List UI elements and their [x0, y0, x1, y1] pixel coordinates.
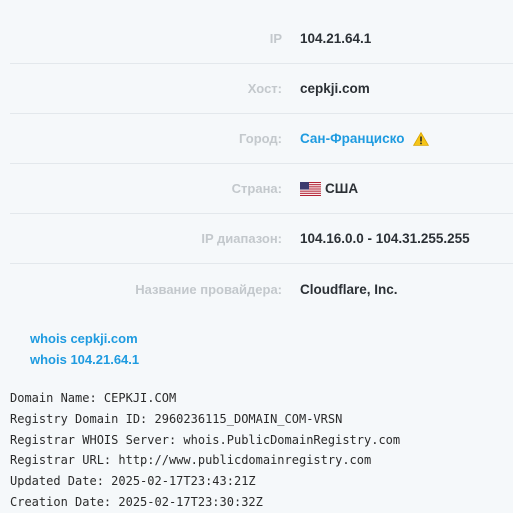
- country-name: США: [325, 181, 359, 196]
- whois-line: Registrar WHOIS Server: whois.PublicDoma…: [10, 432, 401, 447]
- host-value: cepkji.com: [300, 81, 370, 96]
- row-host: Хост: cepkji.com: [10, 64, 513, 114]
- whois-raw-output: Domain Name: CEPKJI.COM Registry Domain …: [10, 388, 400, 513]
- ip-info-table: IP 104.21.64.1 Хост: cepkji.com Город: С…: [10, 14, 513, 314]
- whois-domain-link[interactable]: whois cepkji.com: [30, 328, 139, 349]
- whois-line: Registrar URL: http://www.publicdomainre…: [10, 453, 372, 468]
- row-ip-range: IP диапазон: 104.16.0.0 - 104.31.255.255: [10, 214, 513, 264]
- city-value: Сан-Франциско: [300, 131, 430, 146]
- whois-line: Registry Domain ID: 2960236115_DOMAIN_CO…: [10, 411, 343, 426]
- ip-value: 104.21.64.1: [300, 31, 372, 46]
- ip-range-label: IP диапазон:: [201, 231, 282, 246]
- whois-line: Creation Date: 2025-02-17T23:30:32Z: [10, 494, 263, 509]
- host-label: Хост:: [247, 81, 282, 96]
- us-flag-icon: [300, 181, 321, 196]
- row-country: Страна: США: [10, 164, 513, 214]
- country-label: Страна:: [231, 181, 282, 196]
- row-ip: IP 104.21.64.1: [10, 14, 513, 64]
- whois-line: Domain Name: CEPKJI.COM: [10, 391, 177, 405]
- row-city: Город: Сан-Франциско: [10, 114, 513, 164]
- ip-label: IP: [269, 31, 282, 46]
- ip-info-page: IP 104.21.64.1 Хост: cepkji.com Город: С…: [0, 0, 513, 513]
- provider-value: Cloudflare, Inc.: [300, 281, 398, 297]
- whois-ip-link[interactable]: whois 104.21.64.1: [30, 349, 139, 370]
- whois-line: Updated Date: 2025-02-17T23:43:21Z: [10, 474, 256, 489]
- whois-links: whois cepkji.com whois 104.21.64.1: [30, 328, 139, 370]
- warning-icon: [413, 131, 430, 146]
- provider-label: Название провайдера:: [135, 281, 282, 297]
- city-link[interactable]: Сан-Франциско: [300, 131, 404, 146]
- row-provider: Название провайдера: Cloudflare, Inc.: [10, 264, 513, 314]
- city-label: Город:: [239, 131, 282, 146]
- ip-range-value: 104.16.0.0 - 104.31.255.255: [300, 231, 470, 246]
- country-value: США: [300, 181, 358, 196]
